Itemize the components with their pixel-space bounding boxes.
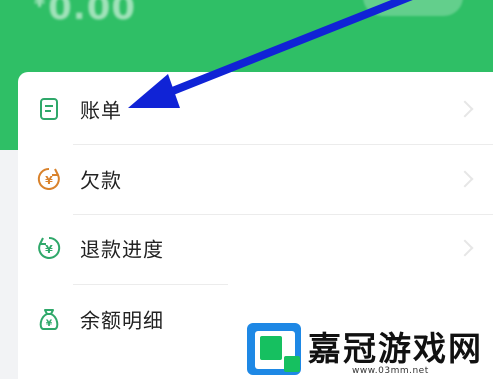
menu-item-debt[interactable]: ¥ 欠款 (18, 144, 493, 214)
site-logo-icon (247, 323, 301, 375)
watermark-title: 嘉冠游戏网 (307, 328, 483, 369)
menu-item-label: 余额明细 (80, 308, 164, 333)
svg-text:¥: ¥ (45, 174, 53, 187)
svg-text:¥: ¥ (45, 243, 53, 256)
menu-item-bill[interactable]: 账单 (18, 74, 493, 144)
chevron-right-icon (456, 100, 474, 118)
watermark-url: www.03mm.net (352, 366, 429, 376)
menu-item-label: 退款进度 (80, 237, 164, 262)
chevron-right-icon (456, 170, 474, 188)
watermark: 嘉冠游戏网 www.03mm.net (246, 322, 493, 379)
money-bag-icon: ¥ (36, 306, 62, 332)
balance-value: 0.00 (48, 0, 137, 28)
menu-item-label: 账单 (80, 98, 122, 123)
currency-symbol: ¥ (34, 0, 47, 11)
refund-icon: ¥ (36, 235, 62, 261)
balance-amount: ¥0.00 (34, 0, 136, 28)
debt-icon: ¥ (36, 166, 62, 192)
chevron-right-icon (456, 239, 474, 257)
menu-item-label: 欠款 (80, 168, 122, 193)
bill-icon (36, 96, 62, 122)
header-action-button[interactable] (363, 0, 463, 16)
svg-text:¥: ¥ (46, 319, 53, 329)
menu-item-refund-progress[interactable]: ¥ 退款进度 (18, 213, 493, 283)
